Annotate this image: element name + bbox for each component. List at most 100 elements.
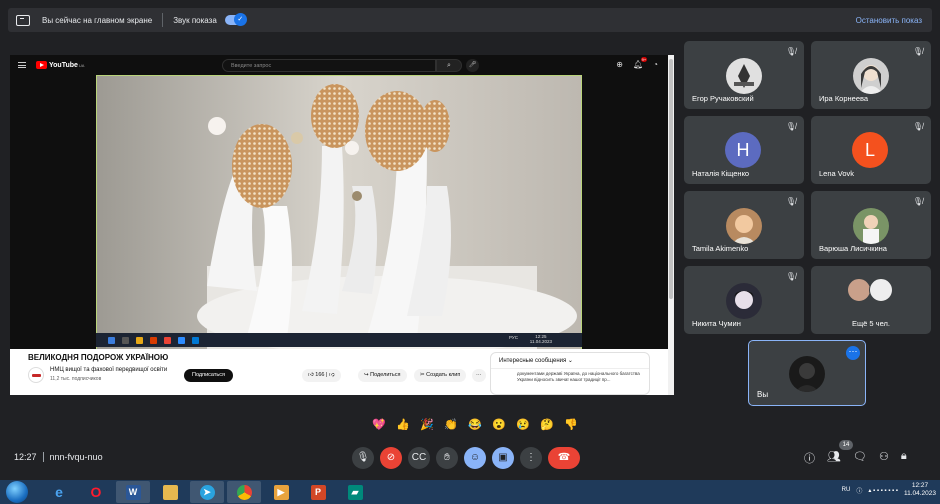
avatar [869,278,893,302]
more-actions-button[interactable]: ··· [472,369,486,382]
participant-tile[interactable]: L 🎙︎̸ Lena Vovk [811,116,931,184]
create-clip-button[interactable]: ✂ Создать клип [414,369,467,382]
party-popper-icon[interactable]: 🎉 [416,414,438,436]
taskbar-app-ie[interactable]: e [42,481,76,503]
activities-icon[interactable]: ⚇ [879,450,889,466]
shared-screen: YouTube UA Введите запрос ⌕ 🎤︎ ⊕ 🔔︎9+ ◔ [10,55,674,395]
hang-up-button[interactable]: ☎︎ [548,447,580,469]
clock-time: 12:27 [911,482,929,489]
thumbs-down-icon[interactable]: 👎 [560,414,582,436]
participant-tile[interactable]: 🎙︎̸ Егор Ручаковский [684,41,804,109]
emoji-reactions-icon[interactable]: ☺ [464,447,486,469]
clapping-hands-icon[interactable]: 👏 [440,414,462,436]
presenting-status: Вы сейчас на главном экране [42,15,153,25]
taskbar-app-telegram[interactable]: ➤ [190,481,224,503]
microphone-off-icon: 🎙︎̸ [912,47,923,56]
avatar: H [725,132,761,168]
laughing-face-icon[interactable]: 😂 [464,414,486,436]
taskbar-app-powerpoint[interactable]: P [301,481,335,503]
zoom-icon [178,336,185,344]
participant-tile[interactable]: 🎙︎̸ Ира Корнеева [811,41,931,109]
raise-hand-icon[interactable]: ✋︎ [436,447,458,469]
participant-tile[interactable]: 🎙︎̸ Варюша Лисичкина [811,191,931,259]
presenting-bar: Вы сейчас на главном экране Звук показа … [8,8,932,32]
thumbs-up-icon[interactable]: 👍 [392,414,414,436]
captions-icon[interactable]: CC [408,447,430,469]
youtube-logo-text: YouTube [49,61,78,69]
more-participants-tile[interactable]: Ещё 5 чел. [811,266,931,334]
channel-name[interactable]: НМЦ вищої та фахової передвищої освіти [50,367,167,373]
camera-off-icon[interactable]: ⊘ [380,447,402,469]
more-options-icon[interactable]: ⋯ [846,346,860,360]
chevron-down-icon: ⌄ [567,358,573,364]
sparkling-heart-icon[interactable]: 💖 [368,414,390,436]
account-icon[interactable]: ◔ [653,60,658,69]
youtube-header-actions: ⊕ 🔔︎ 9+ ◔ [616,57,658,69]
participant-tile[interactable]: 🎙︎̸ Никита Чумин [684,266,804,334]
help-icon[interactable]: ⓘ [856,486,862,495]
taskbar-clock[interactable]: 12:27 11.04.2023 [904,482,936,498]
participant-tile[interactable]: H 🎙︎̸ Наталія Кіщенко [684,116,804,184]
powerpoint-icon [150,336,157,344]
microphone-icon[interactable]: 🎤︎ [466,59,479,72]
people-icon[interactable]: 👥︎ [827,450,841,466]
search-icon[interactable]: ⌕ [436,59,462,72]
sound-toggle[interactable] [224,13,247,26]
present-screen-icon [16,14,30,26]
microphone-off-icon: 🎙︎̸ [785,272,796,281]
info-icon[interactable]: ⓘ [804,450,815,466]
microphone-icon[interactable]: 🎙︎ [352,447,374,469]
taskbar-app-meet[interactable]: ▰ [338,481,372,503]
youtube-logo[interactable]: YouTube UA [36,61,84,69]
taskbar-app-opera[interactable]: O [79,481,113,503]
tray-icons[interactable]: ▴ ▪ ▪ ▪ ▪ ▪ ▪ ▪ [868,487,898,494]
self-tile[interactable]: ⋯ Вы [748,340,866,406]
taskbar-app-explorer[interactable] [153,481,187,503]
youtube-play-icon [36,61,47,69]
avatar [726,283,762,319]
host-controls-icon[interactable]: 🔒︎ [901,450,907,466]
easter-eggs-sculpture-image [97,76,581,354]
video-player[interactable]: zoom [96,75,582,355]
share-button[interactable]: ↪ Поделиться [358,369,407,382]
taskbar-app-chrome[interactable] [227,481,261,503]
stop-presenting-button[interactable]: Остановить показ [856,16,922,25]
presenter-clock: РУС 12:25 11.04.2023 [509,334,552,344]
thumbs-down-icon: | 👎︎ [326,372,335,378]
edge-icon [192,336,199,344]
internet-explorer-icon: e [55,483,63,500]
avatar [853,58,889,94]
taskbar-app-word[interactable]: W [116,481,150,503]
avatar [853,208,889,244]
avatar [847,278,871,302]
participant-tile[interactable]: 🎙︎̸ Tamila Akimenko [684,191,804,259]
video-details: ВЕЛИКОДНЯ ПОДОРОЖ УКРАЇНОЮ НМЦ вищої та … [10,349,674,395]
sound-label: Звук показа [173,15,217,25]
opera-icon: O [90,483,102,500]
windows-start-icon[interactable] [6,481,28,503]
participant-name: Lena Vovk [819,169,855,178]
channel-avatar[interactable] [28,367,44,383]
subscribe-button[interactable]: Подписаться [184,369,233,382]
more-participants-avatars [847,278,893,302]
live-chat-panel: Интересные сообщения ⌄ документами держа… [490,352,650,395]
more-options-icon[interactable]: ⋮ [520,447,542,469]
menu-icon[interactable] [18,62,26,68]
scrollbar[interactable] [668,55,674,395]
chat-icon[interactable]: 🗨︎ [853,450,867,466]
thinking-face-icon[interactable]: 🤔 [536,414,558,436]
microphone-off-icon: 🎙︎̸ [785,122,796,131]
avatar [726,58,762,94]
like-button[interactable]: 👍︎ 166 | 👎︎ [302,369,341,382]
youtube-search-input[interactable]: Введите запрос [222,59,436,72]
create-video-icon[interactable]: ⊕ [616,60,623,69]
meeting-time: 12:27 [14,452,37,462]
taskbar-app-media[interactable]: ▶ [264,481,298,503]
crying-face-icon[interactable]: 😢 [512,414,534,436]
language-indicator[interactable]: RU [842,487,851,493]
surprised-face-icon[interactable]: 😮 [488,414,510,436]
present-screen-button[interactable]: ▣ [492,447,514,469]
bell-icon[interactable]: 🔔︎ 9+ [633,57,648,69]
chat-header[interactable]: Интересные сообщения ⌄ [491,353,649,369]
chrome-icon [236,484,252,500]
